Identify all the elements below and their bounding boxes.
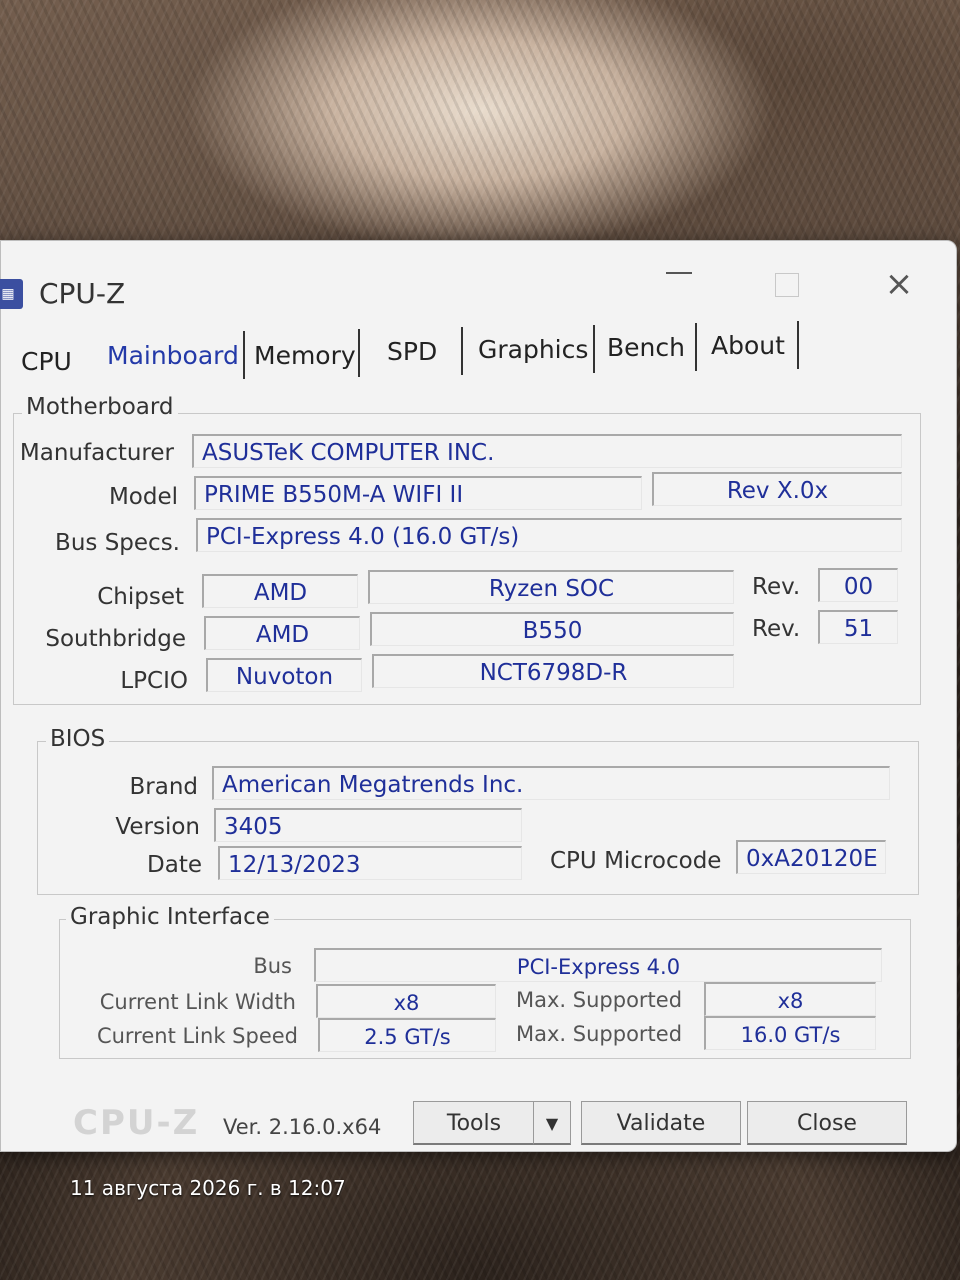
chipset-label: Chipset [97,584,184,610]
current-link-speed-label: Current Link Speed [96,1024,298,1048]
photo-timestamp: 11 августа 2026 г. в 12:07 [70,1176,346,1200]
tab-bench[interactable]: Bench [607,333,685,362]
bios-brand-label: Brand [129,774,198,800]
bios-version-value: 3405 [214,808,522,842]
lpcio-vendor-value: Nuvoton [206,658,362,692]
minimize-icon [666,271,692,274]
bus-specs-label: Bus Specs. [55,530,180,556]
tab-mainboard[interactable]: Mainboard [107,341,239,370]
bios-date-label: Date [147,852,202,878]
close-button[interactable]: Close [747,1101,907,1145]
manufacturer-label: Manufacturer [19,440,174,466]
chipset-vendor-value: AMD [202,574,358,608]
max-link-width-value: x8 [704,982,876,1016]
bottom-bar: CPU-Z Ver. 2.16.0.x64 Tools ▼ Validate C… [1,1091,956,1151]
graphic-interface-group: Graphic Interface Bus PCI-Express 4.0 Cu… [59,904,911,1059]
cpu-z-window: ▦ CPU-Z × CPU Mainboard Memory SPD Graph… [0,240,957,1152]
southbridge-model-value: B550 [370,612,734,646]
revision-value: Rev X.0x [652,472,902,506]
max-link-speed-label: Max. Supported [516,1022,683,1046]
tools-dropdown-arrow-icon[interactable]: ▼ [533,1101,571,1145]
tab-separator [695,323,697,371]
cpu-z-logo: CPU-Z [73,1103,200,1143]
cpu-microcode-value: 0xA20120E [736,840,886,874]
motherboard-group: Motherboard Manufacturer ASUSTeK COMPUTE… [13,394,921,705]
tab-memory[interactable]: Memory [254,341,356,370]
current-link-width-value: x8 [316,984,496,1018]
graphic-interface-group-title: Graphic Interface [66,904,274,930]
current-link-speed-value: 2.5 GT/s [318,1018,496,1052]
chipset-rev-label: Rev. [752,574,801,600]
bios-version-label: Version [115,814,200,840]
tab-separator [358,329,360,377]
maximize-button[interactable] [757,259,817,309]
bios-group-title: BIOS [46,726,110,752]
version-text: Ver. 2.16.0.x64 [223,1115,382,1139]
gi-bus-value: PCI-Express 4.0 [314,948,882,982]
cpu-microcode-label: CPU Microcode [550,848,722,874]
close-window-button[interactable]: × [869,259,929,309]
bios-group: BIOS Brand American Megatrends Inc. Vers… [37,726,919,895]
southbridge-vendor-value: AMD [204,616,360,650]
model-label: Model [108,484,178,510]
tools-button[interactable]: Tools [413,1101,535,1145]
southbridge-rev-value: 51 [818,610,898,644]
lpcio-label: LPCIO [120,668,188,694]
bus-specs-value: PCI-Express 4.0 (16.0 GT/s) [196,518,902,552]
validate-button[interactable]: Validate [581,1101,741,1145]
tab-graphics[interactable]: Graphics [478,335,588,364]
max-link-speed-value: 16.0 GT/s [704,1016,876,1050]
tab-separator [461,327,463,375]
bios-date-value: 12/13/2023 [218,846,522,880]
chipset-model-value: Ryzen SOC [368,570,734,604]
minimize-button[interactable] [649,259,709,309]
tab-spd[interactable]: SPD [387,337,437,366]
southbridge-label: Southbridge [45,626,186,652]
maximize-icon [775,272,799,297]
lpcio-model-value: NCT6798D-R [372,654,734,688]
model-value: PRIME B550M-A WIFI II [194,476,642,510]
bios-brand-value: American Megatrends Inc. [212,766,890,800]
tab-separator [593,325,595,373]
southbridge-rev-label: Rev. [752,616,801,642]
chipset-rev-value: 00 [818,568,898,602]
max-link-width-label: Max. Supported [516,988,683,1012]
title-bar[interactable]: ▦ CPU-Z × [0,241,956,321]
tab-separator [243,331,245,379]
tab-about[interactable]: About [711,331,785,360]
tab-cpu[interactable]: CPU [21,347,72,376]
motherboard-group-title: Motherboard [22,394,178,420]
current-link-width-label: Current Link Width [99,990,296,1014]
cpu-z-app-icon: ▦ [0,279,23,309]
manufacturer-value: ASUSTeK COMPUTER INC. [192,434,902,468]
window-title: CPU-Z [39,277,126,310]
tab-bar: CPU Mainboard Memory SPD Graphics Bench … [1,321,956,379]
tab-separator [797,321,799,369]
gi-bus-label: Bus [253,954,292,978]
